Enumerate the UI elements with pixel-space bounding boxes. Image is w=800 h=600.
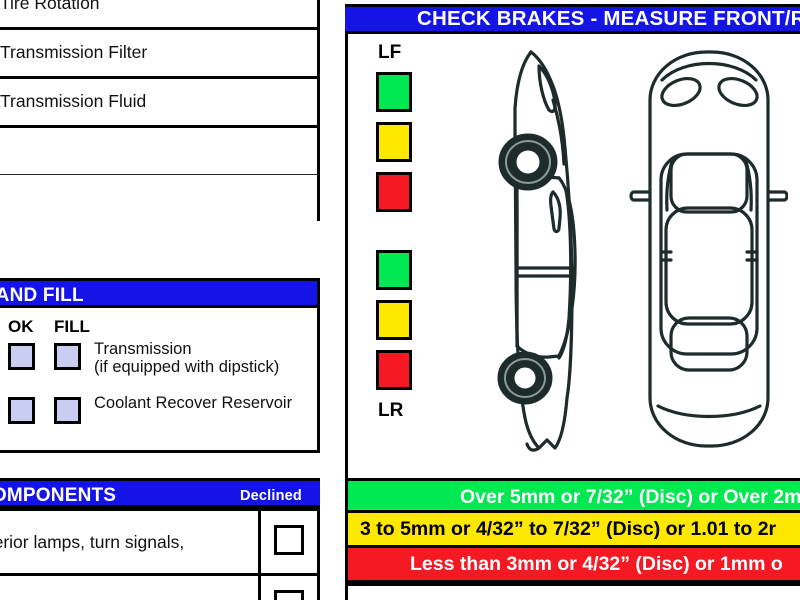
declined-column-header: Declined: [239, 488, 302, 504]
table-row[interactable]: Transmission Filter: [0, 27, 320, 79]
legend-bar-green: Over 5mm or 7/32” (Disc) or Over 2m: [348, 478, 800, 513]
column-header-fill: FILL: [54, 317, 90, 336]
table-row[interactable]: [0, 174, 320, 221]
fluid-label-line1: Transmission: [94, 340, 192, 358]
checkbox-declined[interactable]: [274, 524, 304, 555]
fluid-column-headers: OK FILL: [0, 314, 317, 340]
fluid-section-body: OK FILL Transmission (if equipped with d…: [0, 308, 317, 450]
table-row[interactable]: Tire Rotation: [0, 0, 320, 30]
checkbox-declined[interactable]: [274, 589, 304, 600]
legend-yellow-text: 3 to 5mm or 4/32” to 7/32” (Disc) or 1.0…: [360, 518, 777, 540]
fluid-section-title: S AND FILL: [0, 285, 84, 306]
components-section-title: COMPONENTS: [0, 485, 117, 506]
service-item-label-empty: [0, 126, 320, 175]
brake-swatch-column: LF LR: [363, 34, 425, 478]
fluid-row-label: Coolant Recover Reservoir: [94, 394, 292, 412]
brake-panel-header: CHECK BRAKES - MEASURE FRONT/R: [345, 4, 800, 34]
table-row[interactable]: xterior lamps, turn signals,: [0, 508, 320, 576]
service-item-label: Transmission Filter: [0, 27, 320, 79]
component-declined-cell[interactable]: [259, 573, 320, 600]
left-panel: Tire Rotation Transmission Filter Transm…: [0, 0, 320, 600]
swatch-lf-red[interactable]: [376, 172, 412, 212]
brake-panel-title: CHECK BRAKES - MEASURE FRONT/R: [417, 7, 800, 30]
legend-bottom-divider: [348, 583, 800, 600]
swatch-lf-yellow[interactable]: [376, 122, 412, 162]
fluid-row-coolant: Coolant Recover Reservoir: [0, 394, 317, 448]
swatch-label-lf: LF: [378, 42, 402, 63]
brake-panel-body: LF LR: [345, 34, 800, 478]
checkbox-fill-coolant[interactable]: [54, 397, 81, 424]
inspection-form-screenshot: Tire Rotation Transmission Filter Transm…: [0, 0, 800, 600]
legend-bar-red: Less than 3mm or 4/32” (Disc) or 1mm o: [348, 548, 800, 583]
components-section-header: COMPONENTS Declined: [0, 478, 320, 508]
service-items-table: Tire Rotation Transmission Filter Transm…: [0, 0, 320, 221]
component-declined-cell[interactable]: [259, 508, 320, 576]
brake-check-panel: CHECK BRAKES - MEASURE FRONT/R LF LR Ove…: [345, 0, 800, 600]
component-description: [0, 573, 261, 600]
component-description-text: xterior lamps, turn signals,: [0, 531, 185, 552]
fluid-row-label: Transmission (if equipped with dipstick): [94, 340, 279, 377]
checkbox-fill-transmission[interactable]: [54, 343, 81, 370]
components-section: COMPONENTS Declined xterior lamps, turn …: [0, 478, 320, 600]
fluid-checks-and-fill-section: S AND FILL OK FILL Transmission (if equi…: [0, 278, 320, 453]
legend-bar-yellow: 3 to 5mm or 4/32” to 7/32” (Disc) or 1.0…: [348, 513, 800, 548]
swatch-label-lr: LR: [378, 400, 404, 421]
fluid-row-transmission: Transmission (if equipped with dipstick): [0, 340, 317, 394]
table-row[interactable]: [0, 126, 320, 175]
fluid-label-line2: (if equipped with dipstick): [94, 358, 280, 377]
column-header-ok: OK: [8, 317, 34, 336]
components-table: xterior lamps, turn signals,: [0, 508, 320, 600]
component-description: xterior lamps, turn signals,: [0, 508, 261, 576]
legend-red-text: Less than 3mm or 4/32” (Disc) or 1mm o: [410, 553, 783, 575]
fluid-section-header: S AND FILL: [0, 278, 317, 308]
service-item-label: Tire Rotation: [0, 0, 320, 30]
swatch-lr-yellow[interactable]: [376, 300, 412, 340]
legend-green-text: Over 5mm or 7/32” (Disc) or Over 2m: [460, 486, 800, 508]
brake-measurement-legend: Over 5mm or 7/32” (Disc) or Over 2m 3 to…: [345, 478, 800, 600]
service-item-label-empty: [0, 174, 320, 221]
checkbox-ok-coolant[interactable]: [8, 397, 35, 424]
car-top-view-diagram: [628, 34, 789, 469]
checkbox-ok-transmission[interactable]: [8, 343, 35, 370]
table-row[interactable]: Transmission Fluid: [0, 76, 320, 128]
car-side-view-diagram: [473, 40, 623, 465]
swatch-lr-red[interactable]: [376, 350, 412, 390]
service-item-label: Transmission Fluid: [0, 76, 320, 128]
table-row[interactable]: [0, 573, 320, 600]
fluid-label-line1: Coolant Recover Reservoir: [94, 394, 293, 412]
swatch-lf-green[interactable]: [376, 72, 412, 112]
swatch-lr-green[interactable]: [376, 250, 412, 290]
